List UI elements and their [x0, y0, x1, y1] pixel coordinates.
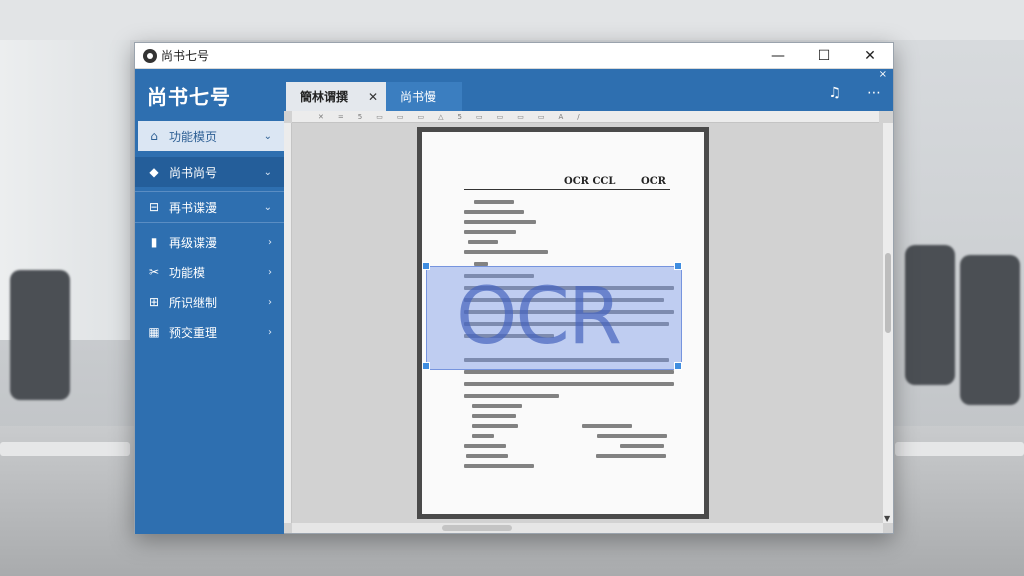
text-line	[464, 464, 534, 468]
text-line	[596, 454, 666, 458]
ocr-overlay-text: OCR	[456, 272, 622, 362]
sidebar-item-levels[interactable]: ▮ 再级谍漫 ›	[135, 227, 284, 257]
chevron-down-icon: ⌄	[263, 201, 272, 213]
background-desk-left	[0, 442, 130, 456]
tab-document[interactable]: 簡林谓撰 ✕	[286, 82, 386, 111]
horizontal-ruler: ✕ = 5 ▭ ▭ ▭ △ 5 ▭ ▭ ▭ ▭ A /	[292, 111, 879, 123]
text-line	[464, 370, 674, 374]
text-line	[464, 250, 548, 254]
text-line	[474, 200, 514, 204]
header-left-text: OCR CCL	[564, 176, 616, 187]
text-line	[464, 382, 674, 386]
tab-secondary[interactable]: 尚书慢	[386, 82, 462, 111]
selection-handle-bottom-right[interactable]	[674, 362, 682, 370]
horizontal-scroll-thumb[interactable]	[442, 525, 512, 531]
text-line	[466, 454, 508, 458]
text-line	[620, 444, 664, 448]
chevron-right-icon: ›	[268, 266, 272, 278]
scissors-icon: ✂	[148, 265, 160, 279]
sidebar-item-label: 功能模页	[169, 129, 218, 144]
minimize-button[interactable]: —	[755, 43, 801, 69]
sidebar-item-label: 尚书尚号	[169, 165, 218, 180]
gem-icon: ◆	[149, 165, 159, 179]
chevron-right-icon: ›	[268, 236, 272, 248]
text-line	[472, 434, 494, 438]
sidebar: 尚书七号 ⌂ 功能模页 ⌄ ◆ 尚书尚号 ⌄ ⊟ 再书谍漫 ⌄ ▮ 再级谍漫 ›…	[135, 69, 284, 534]
sidebar-item-label: 功能模	[169, 265, 206, 280]
home-icon: ⌂	[150, 129, 158, 143]
minus-box-icon: ⊟	[148, 200, 160, 214]
vertical-scrollbar[interactable]: ▼	[883, 123, 893, 523]
panel-close-icon[interactable]: ×	[879, 69, 887, 80]
chevron-right-icon: ›	[268, 326, 272, 338]
selection-handle-bottom-left[interactable]	[422, 362, 430, 370]
vertical-scroll-thumb[interactable]	[885, 253, 891, 333]
window-title: 尚书七号	[161, 49, 210, 63]
app-logo-icon	[143, 48, 157, 63]
table-icon: ⊞	[148, 295, 160, 309]
sidebar-item-submit[interactable]: ▦ 预交重理 ›	[135, 317, 284, 347]
text-line	[597, 434, 667, 438]
sidebar-item-label: 再级谍漫	[169, 235, 218, 250]
horizontal-scrollbar[interactable]	[292, 523, 883, 533]
document-header: OCR CCL OCR	[464, 176, 670, 190]
title-bar: 尚书七号 — ☐ ✕	[135, 43, 893, 69]
selection-handle-top-left[interactable]	[422, 262, 430, 270]
text-line	[464, 220, 536, 224]
text-line	[464, 394, 559, 398]
sidebar-item-functions[interactable]: ✂ 功能模 ›	[135, 257, 284, 287]
text-line	[582, 424, 632, 428]
sidebar-item-books[interactable]: ⊟ 再书谍漫 ⌄	[135, 191, 284, 223]
bell-icon[interactable]: ♫	[828, 85, 841, 101]
text-line	[464, 230, 516, 234]
sidebar-item-label: 所识继制	[169, 295, 218, 310]
text-line	[472, 404, 522, 408]
window-controls: — ☐ ✕	[755, 43, 893, 69]
background-chair-right-1	[905, 245, 955, 385]
text-line	[468, 240, 498, 244]
background-desk-right	[895, 442, 1024, 456]
scroll-down-arrow-icon[interactable]: ▼	[884, 514, 890, 523]
tab-close-icon[interactable]: ✕	[368, 90, 378, 104]
text-line	[472, 414, 516, 418]
maximize-button[interactable]: ☐	[801, 43, 847, 69]
ceiling	[0, 0, 1024, 40]
text-line	[472, 424, 518, 428]
top-toolbar: 簡林谓撰 ✕ 尚书慢 ♫ ⋯ ×	[284, 69, 893, 111]
sidebar-item-label: 预交重理	[169, 325, 218, 340]
scanned-page-frame: OCR CCL OCR OCR	[417, 127, 709, 519]
selection-handle-top-right[interactable]	[674, 262, 682, 270]
app-window: 尚书七号 — ☐ ✕ 尚书七号 ⌂ 功能模页 ⌄ ◆ 尚书尚号 ⌄ ⊟ 再书谍漫…	[134, 42, 894, 534]
background-chair-right-2	[960, 255, 1020, 405]
grid-icon: ▦	[148, 325, 160, 339]
close-button[interactable]: ✕	[847, 43, 893, 69]
tab-label: 簡林谓撰	[300, 90, 349, 104]
chevron-right-icon: ›	[268, 296, 272, 308]
header-right-text: OCR	[641, 176, 666, 187]
brand-title: 尚书七号	[147, 84, 231, 109]
chevron-down-icon: ⌄	[263, 166, 272, 178]
text-line	[464, 444, 506, 448]
tab-label: 尚书慢	[400, 90, 437, 104]
background-chair-left	[10, 270, 70, 400]
sidebar-item-label: 再书谍漫	[169, 200, 218, 215]
vertical-ruler	[284, 123, 292, 523]
text-line	[464, 210, 524, 214]
chevron-down-icon: ⌄	[263, 130, 272, 142]
sidebar-item-product[interactable]: ◆ 尚书尚号 ⌄	[135, 157, 284, 187]
document-icon: ▮	[150, 235, 158, 249]
more-icon[interactable]: ⋯	[867, 85, 881, 101]
sidebar-item-recognition[interactable]: ⊞ 所识继制 ›	[135, 287, 284, 317]
document-viewer: ✕=5 ▭▭▭ △5▭ ▭▭▭ A/ OCR CCL OCR	[284, 111, 893, 533]
scanned-page: OCR CCL OCR OCR	[422, 132, 704, 514]
sidebar-item-home[interactable]: ⌂ 功能模页 ⌄	[135, 121, 284, 151]
